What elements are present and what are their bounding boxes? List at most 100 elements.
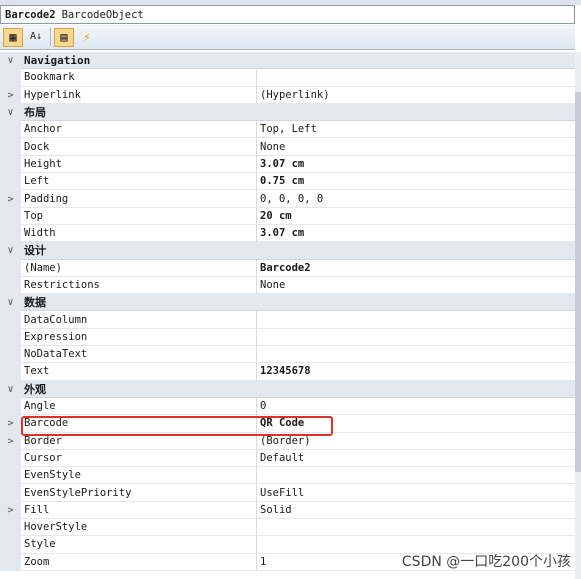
row-margin [0, 484, 21, 502]
category-label: 布局 [21, 103, 575, 122]
property-row[interactable]: EvenStyle [0, 467, 575, 485]
property-name: Cursor [21, 449, 257, 468]
property-row[interactable]: DataColumn [0, 311, 575, 329]
property-row[interactable]: Bookmark [0, 69, 575, 87]
category-row[interactable]: ∨ 外观 [0, 380, 575, 398]
property-row[interactable]: Angle 0 [0, 397, 575, 416]
row-margin [0, 397, 21, 416]
property-value[interactable]: 0, 0, 0, 0 [257, 190, 575, 208]
row-margin [0, 224, 21, 243]
property-row[interactable]: (Name) Barcode2 [0, 259, 575, 277]
property-row[interactable]: Cursor Default [0, 449, 575, 468]
collapse-chevron-icon[interactable]: ∨ [0, 380, 21, 398]
row-margin [0, 328, 21, 347]
property-value[interactable] [257, 346, 575, 364]
property-value[interactable]: 12345678 [257, 363, 575, 381]
expand-chevron-icon[interactable]: > [0, 86, 21, 104]
property-row[interactable]: > Padding 0, 0, 0, 0 [0, 190, 575, 208]
events-icon[interactable]: ⚡ [77, 28, 97, 47]
property-row[interactable]: Restrictions None [0, 276, 575, 295]
collapse-chevron-icon[interactable]: ∨ [0, 52, 21, 70]
property-value[interactable] [257, 69, 575, 87]
row-margin [0, 207, 21, 225]
property-value[interactable]: UseFill [257, 484, 575, 502]
property-value[interactable]: 0 [257, 398, 575, 416]
property-name: NoDataText [21, 346, 257, 364]
property-value[interactable] [257, 467, 575, 485]
collapse-chevron-icon[interactable]: ∨ [0, 242, 21, 260]
property-row[interactable]: Text 12345678 [0, 363, 575, 381]
property-grid: ∨ Navigation Bookmark > Hyperlink (Hyperlink)… [0, 52, 575, 571]
property-name: Expression [21, 328, 257, 347]
property-name: Dock [21, 138, 257, 156]
property-name: Top [21, 207, 257, 225]
property-name: EvenStylePriority [21, 484, 257, 502]
property-name: Style [21, 536, 257, 554]
property-value[interactable]: 0.75 cm [257, 173, 575, 191]
scrollbar-thumb[interactable] [575, 92, 581, 472]
property-value[interactable]: Default [257, 450, 575, 468]
property-value[interactable]: None [257, 277, 575, 295]
property-row[interactable]: Width 3.07 cm [0, 224, 575, 243]
expand-chevron-icon[interactable]: > [0, 501, 21, 520]
categorized-icon[interactable]: ▦ [3, 27, 23, 47]
property-name: EvenStyle [21, 467, 257, 485]
property-value[interactable]: 3.07 cm [257, 225, 575, 243]
property-name: Width [21, 224, 257, 243]
category-label: 设计 [21, 242, 575, 260]
property-name: Anchor [21, 121, 257, 139]
property-value[interactable]: 20 cm [257, 208, 575, 225]
barcode-row-highlight [21, 416, 333, 436]
property-value[interactable]: (Hyperlink) [257, 87, 575, 104]
property-value[interactable] [257, 519, 575, 537]
property-value[interactable]: Barcode2 [257, 260, 575, 277]
category-row[interactable]: ∨ 布局 [0, 103, 575, 122]
property-name: DataColumn [21, 311, 257, 329]
property-name: Height [21, 155, 257, 174]
object-selector[interactable]: Barcode2 BarcodeObject [0, 5, 575, 24]
property-row[interactable]: EvenStylePriority UseFill [0, 484, 575, 502]
property-value[interactable]: 3.07 cm [257, 156, 575, 174]
alphabetical-icon[interactable]: A↓ [26, 28, 46, 47]
row-margin [0, 259, 21, 277]
category-label: 数据 [21, 294, 575, 312]
collapse-chevron-icon[interactable]: ∨ [0, 103, 21, 122]
property-row[interactable]: > Fill Solid [0, 501, 575, 520]
property-value[interactable]: None [257, 138, 575, 156]
category-row[interactable]: ∨ 设计 [0, 242, 575, 260]
property-row[interactable]: Top 20 cm [0, 207, 575, 225]
property-name: Restrictions [21, 276, 257, 295]
row-margin [0, 173, 21, 191]
property-name: Left [21, 173, 257, 191]
property-value[interactable] [257, 329, 575, 347]
property-row[interactable]: Dock None [0, 138, 575, 156]
property-toolbar: ▦ A↓ ▤ ⚡ [0, 25, 575, 50]
category-row[interactable]: ∨ 数据 [0, 294, 575, 312]
property-name: Fill [21, 501, 257, 520]
property-value[interactable]: Top, Left [257, 121, 575, 139]
row-margin [0, 69, 21, 87]
property-value[interactable] [257, 311, 575, 329]
vertical-scrollbar[interactable] [575, 52, 581, 579]
row-margin [0, 449, 21, 468]
expand-chevron-icon[interactable]: > [0, 415, 21, 433]
expand-chevron-icon[interactable]: > [0, 432, 21, 450]
property-row[interactable]: Left 0.75 cm [0, 173, 575, 191]
expand-chevron-icon[interactable]: > [0, 190, 21, 208]
property-value[interactable]: Solid [257, 502, 575, 520]
property-row[interactable]: > Hyperlink (Hyperlink) [0, 86, 575, 104]
property-name: Bookmark [21, 69, 257, 87]
property-row[interactable]: Height 3.07 cm [0, 155, 575, 174]
property-name: HoverStyle [21, 519, 257, 537]
category-row[interactable]: ∨ Navigation [0, 52, 575, 70]
object-type: BarcodeObject [61, 8, 144, 21]
row-margin [0, 519, 21, 537]
property-row[interactable]: Expression [0, 328, 575, 347]
row-margin [0, 553, 21, 571]
properties-icon[interactable]: ▤ [54, 27, 74, 47]
property-row[interactable]: HoverStyle [0, 519, 575, 537]
property-row[interactable]: NoDataText [0, 346, 575, 364]
property-row[interactable]: Anchor Top, Left [0, 121, 575, 139]
category-label: Navigation [21, 52, 575, 70]
collapse-chevron-icon[interactable]: ∨ [0, 294, 21, 312]
